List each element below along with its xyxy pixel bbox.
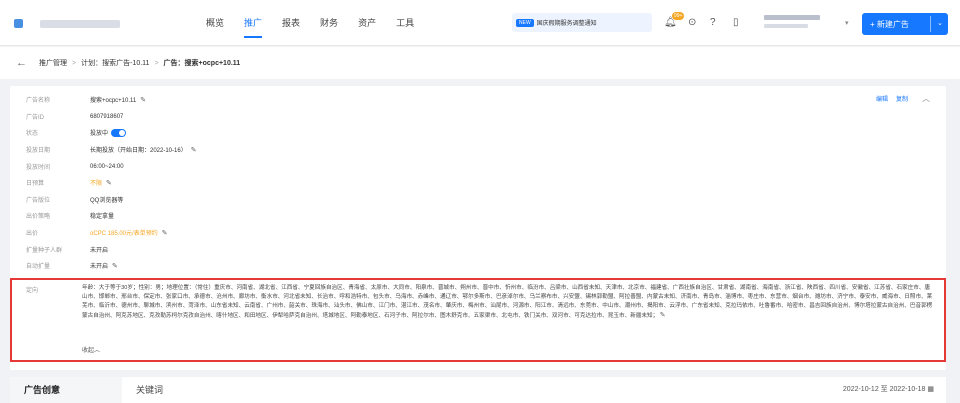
status-toggle[interactable] xyxy=(111,128,127,137)
chevron-down-icon[interactable]: ▾ xyxy=(845,19,849,27)
field-time: 投放时间 06:00~24:00 xyxy=(26,163,124,172)
detail-tabs: 广告创意 关键词 2022-10-12 至 2022-10-18 ▦ xyxy=(10,377,946,403)
new-ad-button[interactable]: + 新建广告 ⌄ xyxy=(862,13,948,35)
targeting-text: 年龄：大于等于30岁；性别：男；地理位置：（常住）重庆市、河南省、湖北省、江西省… xyxy=(82,285,933,319)
nav-assets[interactable]: 资产 xyxy=(358,0,376,46)
logo[interactable] xyxy=(14,19,23,28)
field-status: 状态 投放中 xyxy=(26,127,127,138)
download-icon[interactable]: ⊙ xyxy=(688,17,696,28)
crumb-plan[interactable]: 计划：搜索广告-10.11 xyxy=(81,60,149,67)
targeting-label: 定向 xyxy=(26,288,39,294)
pencil-icon[interactable]: ✎ xyxy=(106,179,112,187)
field-budget: 日预算 不限 ✎ xyxy=(26,179,112,188)
ad-detail-card: 编辑 复制 ︿ 广告名称 搜索+ocpc+10.11 ✎ 广告ID 680791860… xyxy=(10,86,946,370)
field-bid: 出价 oCPC 185.00元/表单预约 ✎ xyxy=(26,229,168,238)
top-nav-bar: 概览 推广 报表 财务 资产 工具 NEW 国庆假期服务调整通知 🔔︎ 99+ … xyxy=(0,0,960,46)
tab-keywords[interactable]: 关键词 xyxy=(136,377,163,403)
back-arrow-icon[interactable]: ← xyxy=(16,57,27,69)
crumb-root[interactable]: 推广管理 xyxy=(39,60,67,67)
field-ad-id: 广告ID 6807918607 xyxy=(26,113,124,122)
nav-tools[interactable]: 工具 xyxy=(396,0,414,46)
field-placement: 广告版位 QQ浏览器等 xyxy=(26,198,124,204)
account-info[interactable] xyxy=(764,15,826,28)
collapse-link[interactable]: 收起︿ xyxy=(82,345,100,354)
pencil-icon[interactable]: ✎ xyxy=(660,312,666,319)
nav-promotion[interactable]: 推广 xyxy=(244,0,263,46)
field-bid-strategy: 出价策略 稳定拿量 xyxy=(26,214,115,220)
nav-overview[interactable]: 概览 xyxy=(206,0,224,46)
calendar-icon[interactable]: ▦ xyxy=(927,386,934,393)
field-auto-expand: 自动扩量 未开启 ✎ xyxy=(26,262,118,271)
field-date: 投放日期 长期投放（开始日期：2022-10-16） ✎ xyxy=(26,146,197,155)
new-ad-label: + 新建广告 xyxy=(870,19,909,29)
mobile-icon[interactable]: ▯ xyxy=(733,17,739,28)
targeting-section: 定向 年龄：大于等于30岁；性别：男；地理位置：（常住）重庆市、河南省、湖北省、… xyxy=(10,278,946,362)
crumb-ad: 广告：搜索+ocpc+10.11 xyxy=(163,60,241,67)
nav-reports[interactable]: 报表 xyxy=(282,0,300,46)
nav-finance[interactable]: 财务 xyxy=(320,0,338,46)
field-seed-audience: 扩量种子人群 未开启 xyxy=(26,248,109,254)
pencil-icon[interactable]: ✎ xyxy=(191,146,197,154)
main-nav: 概览 推广 报表 财务 资产 工具 xyxy=(206,0,434,46)
pencil-icon[interactable]: ✎ xyxy=(140,96,146,104)
new-tag: NEW xyxy=(516,18,534,27)
field-ad-name: 广告名称 搜索+ocpc+10.11 ✎ xyxy=(26,96,147,105)
brand-name xyxy=(40,20,120,28)
help-icon[interactable]: ? xyxy=(710,17,716,28)
notification-badge: 99+ xyxy=(672,12,685,20)
chevron-down-icon[interactable]: ⌄ xyxy=(937,19,943,27)
chevron-up-icon[interactable]: ︿ xyxy=(922,93,930,104)
notice-banner[interactable]: NEW 国庆假期服务调整通知 xyxy=(512,13,652,32)
notice-text: 国庆假期服务调整通知 xyxy=(536,21,597,27)
pencil-icon[interactable]: ✎ xyxy=(112,262,118,270)
copy-link[interactable]: 复制 xyxy=(896,94,908,103)
tab-creative[interactable]: 广告创意 xyxy=(10,377,122,403)
breadcrumb: ← 推广管理 > 计划：搜索广告-10.11 > 广告：搜索+ocpc+10.11 xyxy=(0,47,960,79)
pencil-icon[interactable]: ✎ xyxy=(162,229,168,237)
date-range[interactable]: 2022-10-12 至 2022-10-18 ▦ xyxy=(843,377,934,403)
edit-link[interactable]: 编辑 xyxy=(876,94,888,103)
